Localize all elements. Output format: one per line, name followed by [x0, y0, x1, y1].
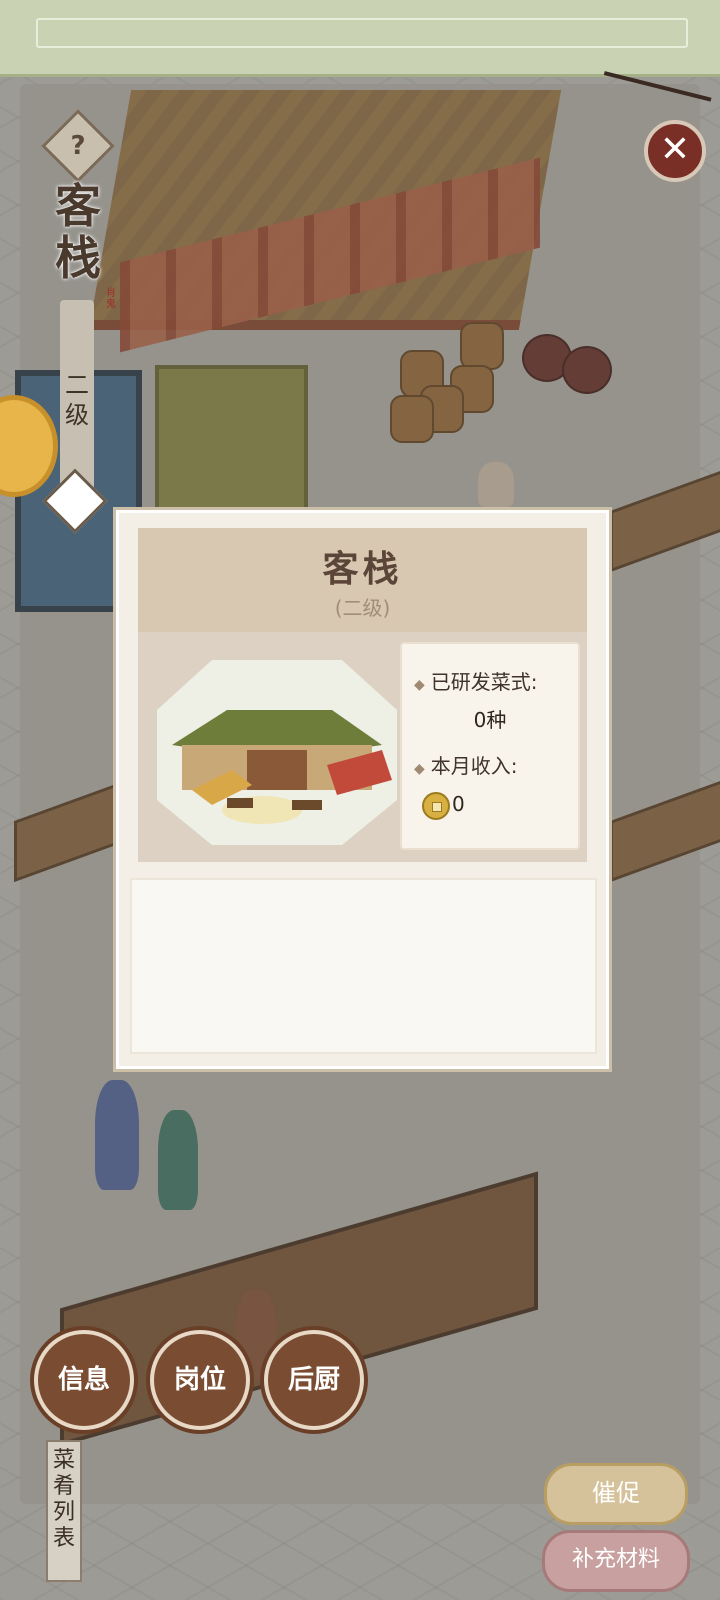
income-value: 0	[452, 792, 465, 816]
inn-illustration	[157, 660, 397, 845]
copper-coin-icon	[422, 792, 450, 820]
question-mark-icon: ?	[70, 131, 86, 161]
info-button[interactable]: 信息	[34, 1330, 134, 1430]
dishes-label: ◆ 已研发菜式:	[414, 670, 538, 694]
modal-subtitle: (二级)	[334, 596, 391, 620]
modal-title: 客栈	[322, 548, 403, 590]
close-button[interactable]: ✕	[644, 120, 706, 182]
close-icon: ✕	[659, 129, 691, 170]
kitchen-button[interactable]: 后厨	[264, 1330, 364, 1430]
modal-content-area	[130, 878, 597, 1054]
stats-panel: ◆ 已研发菜式: 0种 ◆ 本月收入: 0	[400, 642, 580, 850]
side-tag: 肖鬼	[106, 288, 116, 310]
income-label: ◆ 本月收入:	[414, 754, 518, 778]
building-level: 二级	[65, 371, 89, 429]
menu-list-tab[interactable]: 菜肴列表	[46, 1440, 82, 1582]
building-name: 客栈	[55, 179, 101, 285]
dishes-value: 0种	[473, 708, 507, 732]
modal-header: 客栈 (二级)	[138, 528, 587, 634]
modal-body: ◆ 已研发菜式: 0种 ◆ 本月收入: 0	[138, 632, 587, 862]
top-banner	[0, 0, 720, 77]
building-info-modal: 客栈 (二级) ◆ 已研发菜式: 0种 ◆ 本月收入: 0	[113, 507, 612, 1072]
urge-button[interactable]: 催促	[544, 1463, 688, 1525]
post-button[interactable]: 岗位	[150, 1330, 250, 1430]
supply-materials-button[interactable]: 补充材料	[542, 1530, 690, 1592]
